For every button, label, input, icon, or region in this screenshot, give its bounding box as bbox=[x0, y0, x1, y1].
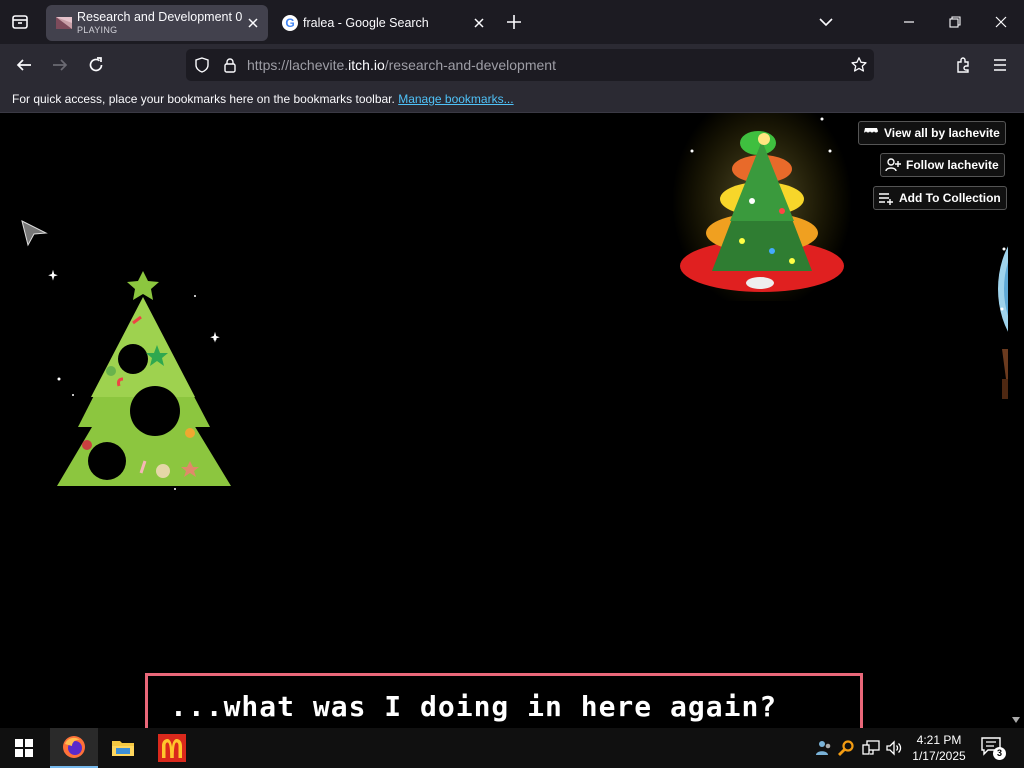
notification-count-badge: 3 bbox=[993, 747, 1006, 760]
reload-icon bbox=[89, 57, 103, 72]
network-icon bbox=[862, 740, 880, 755]
action-center-button[interactable]: 3 bbox=[980, 736, 1006, 760]
bookmark-star-icon[interactable] bbox=[850, 56, 868, 74]
magnifier-icon bbox=[838, 740, 854, 756]
clock-time: 4:21 PM bbox=[916, 733, 962, 747]
tab-title: Research and Development 0.2 bbox=[77, 10, 242, 24]
itch-store-icon bbox=[864, 128, 878, 138]
follow-label: Follow lachevite bbox=[906, 158, 999, 172]
firefox-icon bbox=[63, 736, 85, 758]
playlist-add-icon bbox=[879, 193, 893, 205]
extensions-puzzle-icon bbox=[957, 57, 969, 73]
windows-logo-icon bbox=[15, 739, 33, 757]
reload-button[interactable] bbox=[84, 53, 108, 77]
hamburger-menu-icon bbox=[994, 59, 1006, 71]
people-icon bbox=[816, 741, 831, 755]
minimize-button[interactable] bbox=[886, 8, 932, 36]
tray-search[interactable] bbox=[836, 738, 856, 758]
snow-globe-decoration bbox=[998, 246, 1008, 399]
follow-author-button[interactable]: Follow lachevite bbox=[880, 153, 1005, 177]
url-text[interactable]: https://lachevite.itch.io/research-and-d… bbox=[247, 57, 556, 73]
close-icon bbox=[995, 16, 1007, 28]
app-menu-button[interactable] bbox=[988, 53, 1012, 77]
scroll-down-arrow-icon[interactable] bbox=[1011, 716, 1021, 724]
tab-google-search[interactable]: G fralea - Google Search bbox=[272, 5, 494, 41]
firefox-view-icon bbox=[12, 15, 28, 29]
forward-button[interactable] bbox=[48, 53, 72, 77]
start-button[interactable] bbox=[0, 728, 48, 768]
tab-strip: Research and Development 0.2 PLAYING G f… bbox=[0, 0, 1024, 44]
clock-date: 1/17/2025 bbox=[912, 749, 966, 763]
back-button[interactable] bbox=[12, 53, 36, 77]
tray-people[interactable] bbox=[814, 738, 834, 758]
page-scrollbar[interactable] bbox=[1008, 113, 1024, 728]
new-tab-icon[interactable] bbox=[504, 12, 524, 32]
tray-volume[interactable] bbox=[884, 738, 904, 758]
folder-icon bbox=[112, 741, 134, 756]
game-cursor-icon bbox=[21, 220, 48, 247]
mcdonalds-logo-icon bbox=[158, 734, 186, 762]
bookmarks-toolbar: For quick access, place your bookmarks h… bbox=[0, 86, 1024, 113]
add-user-icon bbox=[885, 158, 901, 172]
taskbar-firefox[interactable] bbox=[50, 728, 98, 768]
close-tab-icon[interactable] bbox=[246, 16, 260, 30]
dialogue-text: ...what was I doing in here again? bbox=[170, 690, 778, 723]
dialogue-box: ...what was I doing in here again? bbox=[145, 673, 863, 728]
close-tab-icon[interactable] bbox=[472, 16, 486, 30]
view-all-by-author-button[interactable]: View all by lachevite bbox=[858, 121, 1006, 145]
address-bar[interactable]: https://lachevite.itch.io/research-and-d… bbox=[186, 49, 874, 81]
system-clock[interactable]: 4:21 PM 1/17/2025 bbox=[908, 732, 970, 764]
manage-bookmarks-link[interactable]: Manage bookmarks... bbox=[398, 92, 513, 106]
add-to-collection-button[interactable]: Add To Collection bbox=[873, 186, 1007, 210]
taskbar-file-explorer[interactable] bbox=[99, 728, 147, 768]
tab-playing-label: PLAYING bbox=[77, 25, 118, 35]
itch-favicon-icon bbox=[56, 17, 72, 29]
view-all-label: View all by lachevite bbox=[884, 126, 1000, 140]
speaker-icon bbox=[886, 740, 902, 756]
christmas-tree-decoration bbox=[48, 269, 231, 490]
restore-icon bbox=[949, 16, 961, 28]
tab-title: fralea - Google Search bbox=[303, 16, 429, 30]
game-canvas[interactable]: View all by lachevite Follow lachevite A… bbox=[0, 113, 1008, 728]
close-window-button[interactable] bbox=[978, 8, 1024, 36]
extensions-button[interactable] bbox=[952, 53, 976, 77]
lock-icon[interactable] bbox=[222, 57, 238, 73]
tray-network[interactable] bbox=[861, 738, 881, 758]
add-collection-label: Add To Collection bbox=[899, 191, 1001, 205]
firefox-view-button[interactable] bbox=[8, 10, 32, 34]
tab-research-and-development[interactable]: Research and Development 0.2 PLAYING bbox=[46, 5, 268, 41]
forward-arrow-icon bbox=[53, 59, 68, 71]
tracking-protection-icon[interactable] bbox=[194, 57, 210, 73]
bookmarks-hint-text: For quick access, place your bookmarks h… bbox=[12, 92, 395, 106]
taskbar-mcdonalds-app[interactable] bbox=[148, 728, 196, 768]
svg-text:G: G bbox=[285, 16, 294, 30]
navigation-toolbar: https://lachevite.itch.io/research-and-d… bbox=[0, 44, 1024, 86]
list-all-tabs-icon[interactable] bbox=[816, 12, 836, 32]
windows-taskbar: 4:21 PM 1/17/2025 3 bbox=[0, 728, 1024, 768]
minimize-icon bbox=[904, 21, 914, 23]
back-arrow-icon bbox=[16, 59, 31, 71]
google-favicon-icon: G bbox=[282, 15, 298, 31]
restore-button[interactable] bbox=[932, 8, 978, 36]
glowing-christmas-tree-decoration bbox=[672, 113, 852, 301]
